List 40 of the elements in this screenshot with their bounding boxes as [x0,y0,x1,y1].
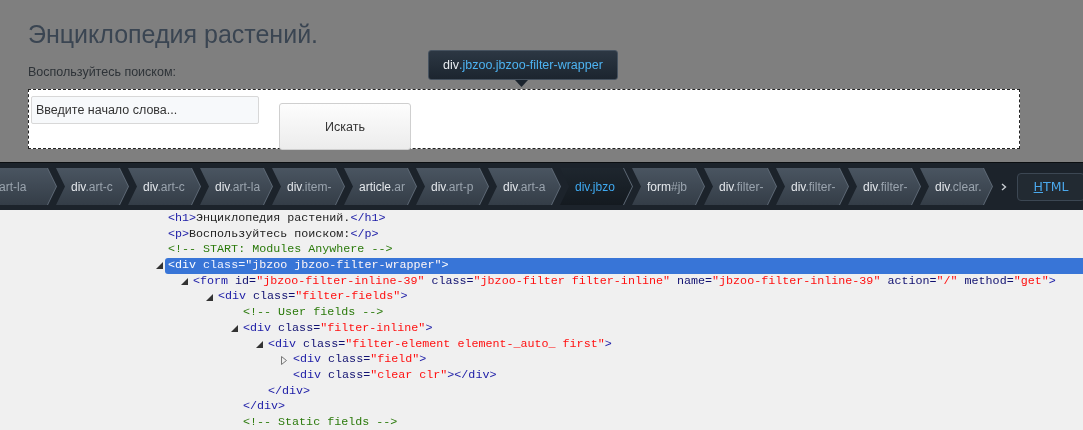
breadcrumb[interactable]: div.art-c [56,168,128,205]
code-line[interactable]: </div> [240,399,1083,415]
code-line[interactable]: <div class="filter-inline"> [240,320,1083,337]
code-line[interactable]: <div class="clear clr"></div> [290,367,1083,384]
code-line[interactable]: <!-- User fields --> [240,305,1083,321]
breadcrumb[interactable]: div.art-a [488,168,560,205]
page-title: Энциклопедия растений. [28,19,320,50]
code-line[interactable]: <p>Воспользуйтесь поиском:</p> [165,226,1083,243]
page-subtitle: Воспользуйтесь поиском: [28,64,176,80]
code-line[interactable]: <div class="filter-element element-_auto_ first"> [265,336,1083,353]
collapsed-triangle-icon[interactable] [281,355,287,365]
breadcrumb[interactable]: div.art-c [128,168,200,205]
search-button[interactable]: Искать [279,103,411,150]
expanded-triangle-icon[interactable] [180,278,188,286]
code-line[interactable]: <!-- START: Modules Anywhere --> [165,242,1083,259]
breadcrumb[interactable]: art-la [0,168,56,205]
code-line[interactable]: <h1>Энциклопедия растений.</h1> [165,211,1083,227]
breadcrumb[interactable]: div.filter- [704,168,776,205]
code-line[interactable]: </div> [265,383,1083,400]
breadcrumb[interactable]: div.item- [272,168,344,205]
tooltip-pointer [515,80,528,87]
breadcrumb[interactable]: form#jb [632,168,704,205]
expanded-triangle-icon[interactable] [230,325,238,333]
code-line[interactable]: <!-- Static fields --> [240,414,1083,430]
code-line[interactable]: <div class="filter-fields"> [215,289,1083,306]
html-view-button[interactable]: HTML [1017,172,1083,201]
expanded-triangle-icon[interactable] [255,340,263,348]
expanded-triangle-icon[interactable] [205,293,213,301]
breadcrumb[interactable]: div.filter- [776,168,848,205]
code-line[interactable]: <div class="field"> [290,352,1083,368]
chevron-right-icon[interactable] [1001,182,1007,191]
search-field[interactable]: Введите начало слова... [31,96,259,124]
element-tooltip: div.jbzoo.jbzoo-filter-wrapper [428,50,618,80]
breadcrumb[interactable]: div.filter- [848,168,920,205]
expanded-triangle-icon[interactable] [155,262,163,270]
code-line[interactable]: <form id="jbzoo-filter-inline-39" class="jbzoo-filter filter-inline" name="jbzoo-filter-inline-39" action="/" method="get"> [190,273,1083,290]
breadcrumb[interactable]: article.ar [344,168,416,205]
breadcrumb[interactable]: div.art-la [200,168,272,205]
breadcrumb[interactable]: div.art-p [416,168,488,205]
breadcrumb[interactable]: div.clear. [920,168,992,205]
